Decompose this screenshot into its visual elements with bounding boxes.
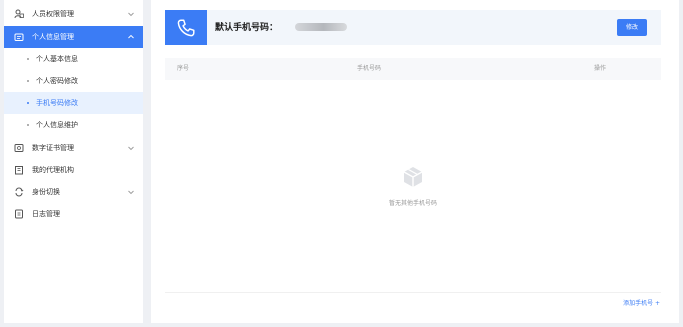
table-header: 序号 手机号码 操作 [165,58,661,80]
sub-item-basic-info[interactable]: 个人基本信息 [4,48,143,70]
empty-box-icon [403,167,423,187]
nav-item-log-management[interactable]: 日志管理 [4,203,143,225]
column-header-index: 序号 [177,65,190,72]
column-header-phone: 手机号码 [357,65,382,72]
nav-item-label: 身份切换 [32,188,60,196]
phone-icon [177,18,195,36]
edit-button[interactable]: 修改 [617,19,647,36]
nav-item-label: 日志管理 [32,210,60,218]
empty-state-text: 暂无其他手机号码 [388,200,437,207]
add-phone-link[interactable]: 添加手机号 + [623,300,660,308]
sub-item-label: 个人密码修改 [36,77,78,85]
masked-phone-number [295,23,347,31]
nav-item-permission-management[interactable]: 人员权限管理 [4,3,143,25]
nav-item-label: 数字证书管理 [32,144,74,152]
phone-badge [165,10,207,45]
sub-item-label: 个人信息维护 [36,121,78,129]
switch-identity-icon [15,187,24,197]
chevron-up-icon [128,34,134,39]
nav-item-certificate-management[interactable]: 数字证书管理 [4,137,143,159]
main-panel: 默认手机号码： 修改 序号 手机号码 操作 暂无其他手机号码 添加手机号 + [151,0,679,323]
bullet-dot [27,80,29,82]
log-icon [15,209,23,219]
sub-item-phone-change[interactable]: 手机号码修改 [4,92,143,114]
certificate-icon [14,144,24,152]
sub-item-password-change[interactable]: 个人密码修改 [4,70,143,92]
nav-item-personal-info-management[interactable]: 个人信息管理 [4,26,143,48]
default-phone-title: 默认手机号码： [215,23,279,33]
nav-item-my-agency[interactable]: 我的代理机构 [4,159,143,181]
bullet-dot [27,58,29,60]
default-phone-card: 默认手机号码： 修改 [165,10,661,45]
chevron-down-icon [128,146,134,151]
users-lock-icon [14,9,24,19]
divider [165,292,661,293]
chevron-down-icon [128,190,134,195]
agency-icon [15,166,23,175]
sidebar: 人员权限管理 个人信息管理 个人基本信息 个人密码修改 手机号码修改 个人信息维… [4,0,143,323]
sub-item-label: 手机号码修改 [36,99,78,107]
chevron-down-icon [128,12,134,17]
sub-item-info-maintenance[interactable]: 个人信息维护 [4,114,143,136]
nav-item-label: 人员权限管理 [32,10,74,18]
nav-item-label: 个人信息管理 [32,33,74,41]
column-header-actions: 操作 [594,65,607,72]
sub-item-label: 个人基本信息 [36,55,78,63]
bullet-dot [27,102,29,104]
nav-item-identity-switch[interactable]: 身份切换 [4,181,143,203]
id-card-icon [14,33,24,41]
bullet-dot [27,124,29,126]
nav-item-label: 我的代理机构 [32,166,74,174]
